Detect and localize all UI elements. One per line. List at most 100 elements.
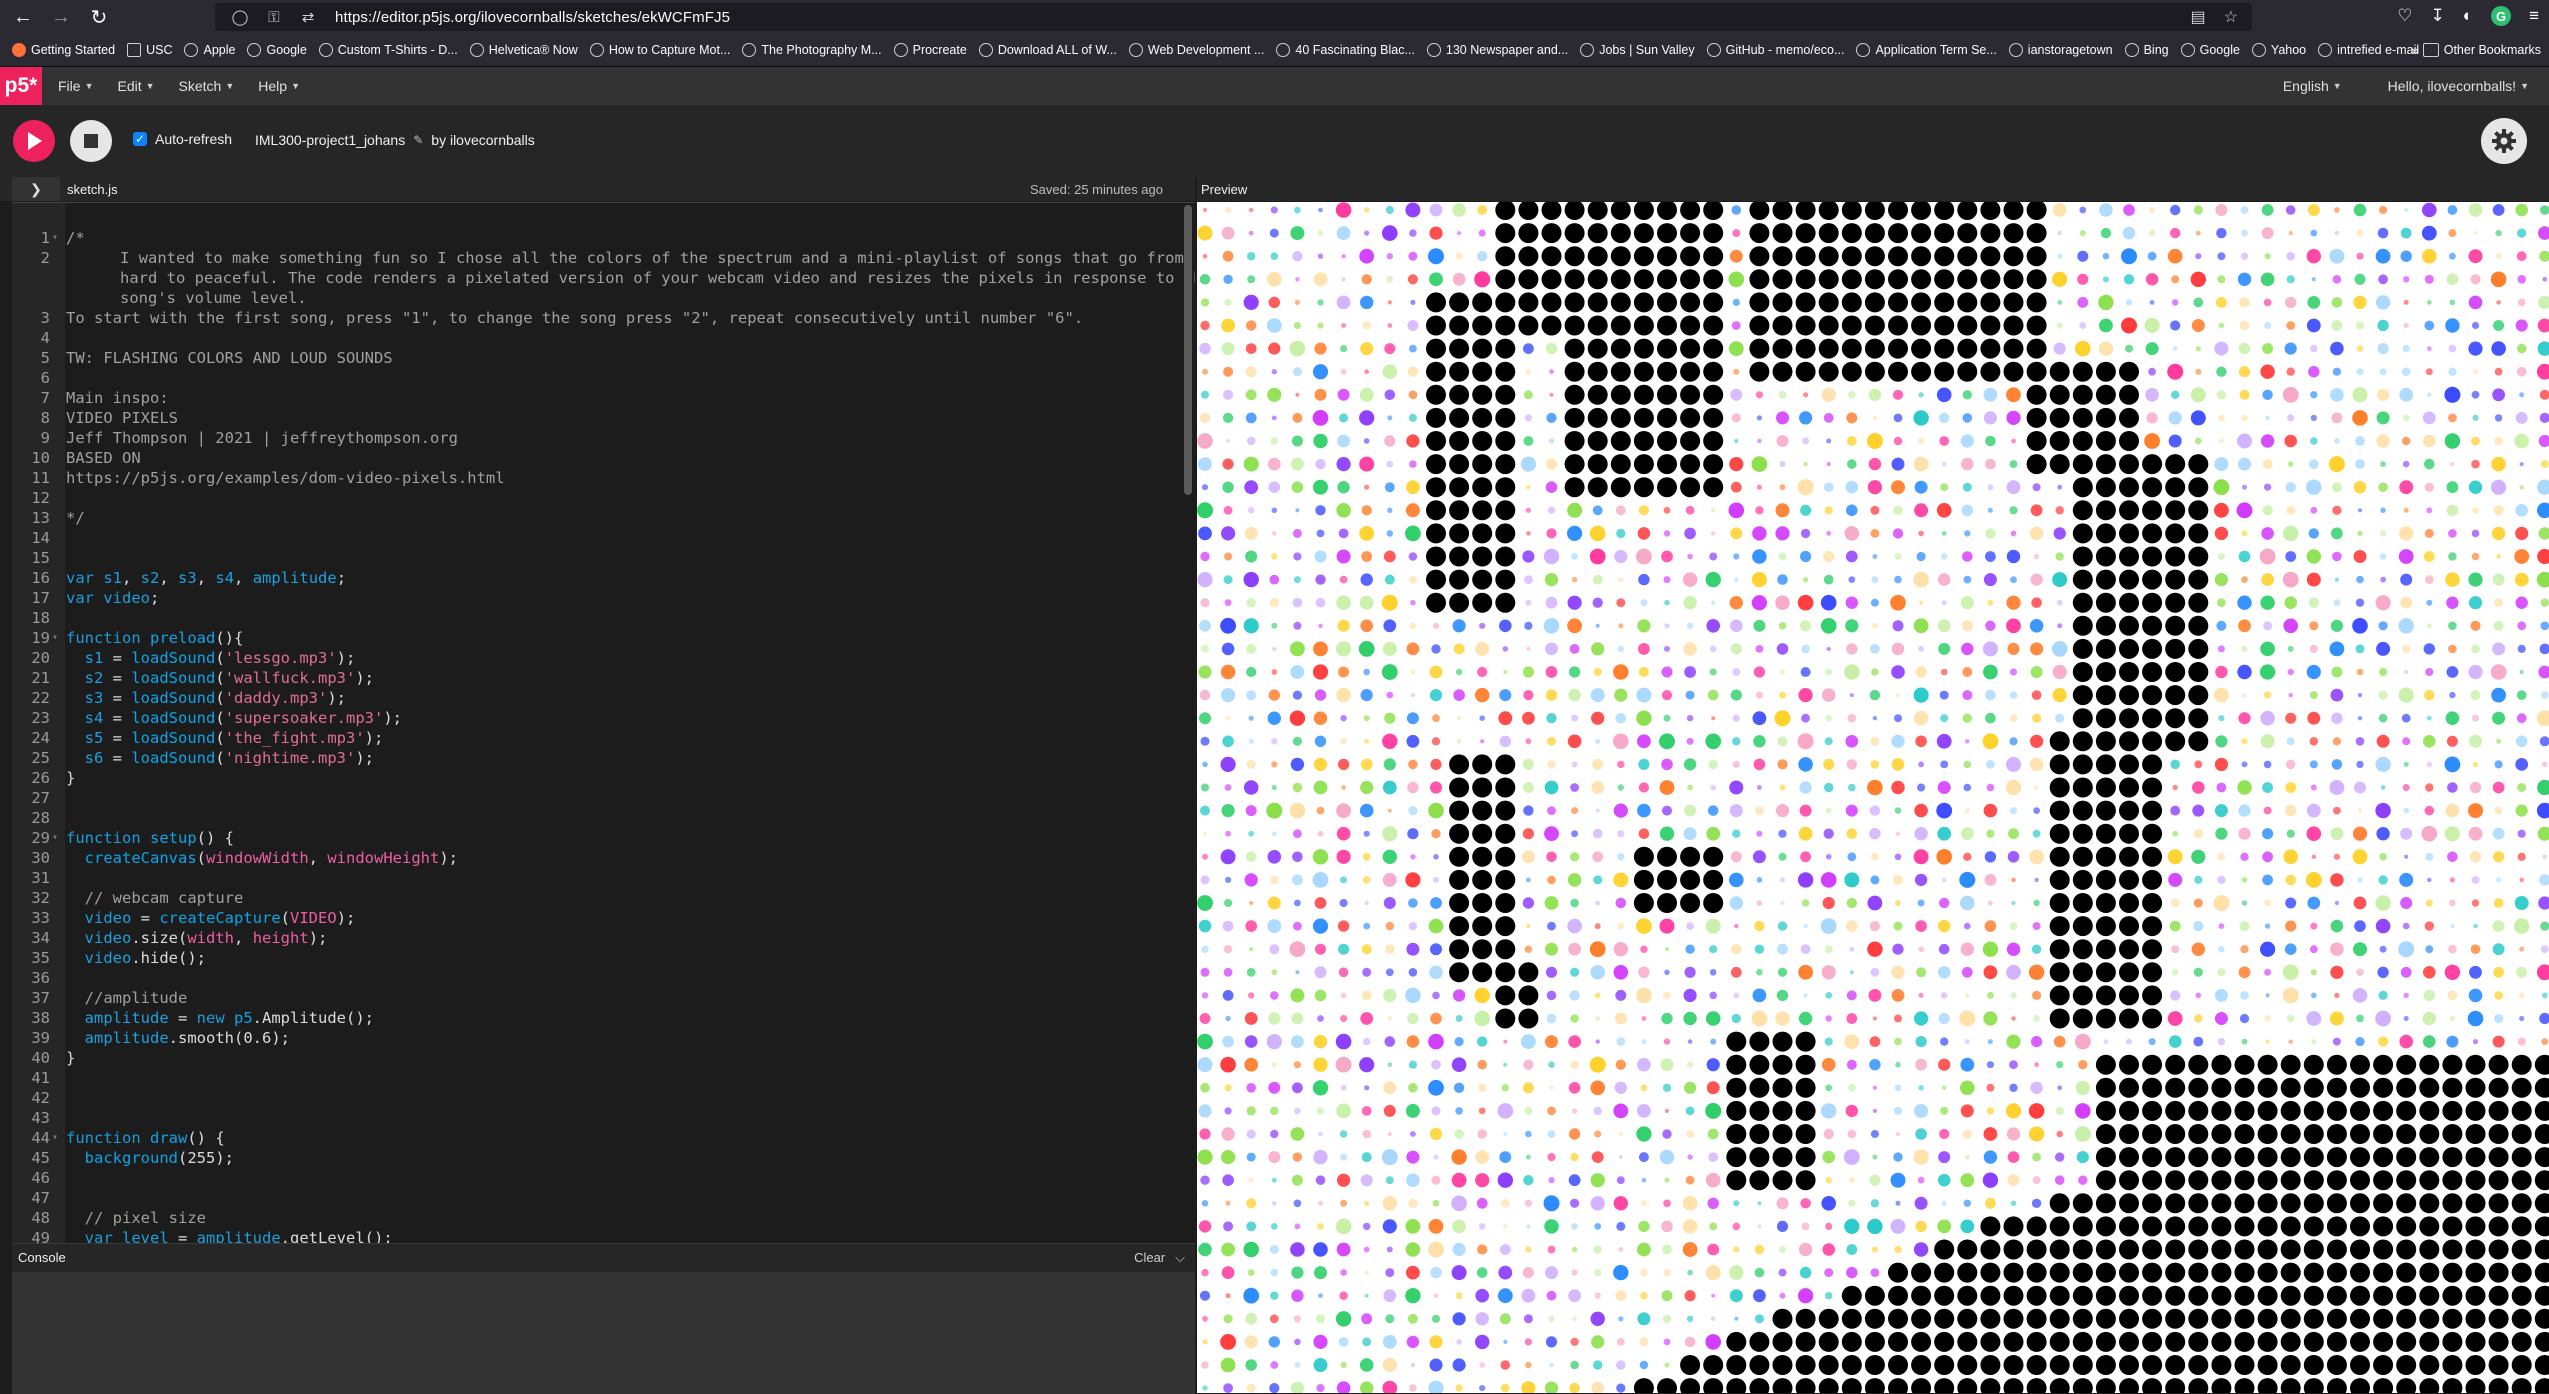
- sidebar-toggle-button[interactable]: ❯: [12, 177, 60, 201]
- fold-arrow-icon[interactable]: ▾: [52, 228, 64, 248]
- code-line[interactable]: 15: [12, 548, 1182, 568]
- code-line[interactable]: 5TW: FLASHING COLORS AND LOUD SOUNDS: [12, 348, 1182, 368]
- menu-sketch[interactable]: Sketch▼: [179, 78, 235, 94]
- menu-edit[interactable]: Edit▼: [117, 78, 154, 94]
- code-line[interactable]: 20 s1 = loadSound('lessgo.mp3');: [12, 648, 1182, 668]
- address-bar[interactable]: ◯ ⚿ ⇄ https://editor.p5js.org/ilovecornb…: [215, 3, 2252, 31]
- code-line[interactable]: 34 video.size(width, height);: [12, 928, 1182, 948]
- code-line[interactable]: 10BASED ON: [12, 448, 1182, 468]
- bookmark-item[interactable]: Bing: [2125, 43, 2169, 57]
- code-line[interactable]: 45 background(255);: [12, 1148, 1182, 1168]
- bookmark-item[interactable]: Yahoo: [2252, 43, 2306, 57]
- code-line[interactable]: 23 s4 = loadSound('supersoaker.mp3');: [12, 708, 1182, 728]
- code-line[interactable]: 7Main inspo:: [12, 388, 1182, 408]
- code-line[interactable]: 24 s5 = loadSound('the_fight.mp3');: [12, 728, 1182, 748]
- code-line[interactable]: 32 // webcam capture: [12, 888, 1182, 908]
- chevron-down-icon[interactable]: ⌵: [1175, 1250, 1185, 1266]
- code-line[interactable]: 29▾function setup() {: [12, 828, 1182, 848]
- code-line[interactable]: 14: [12, 528, 1182, 548]
- code-line[interactable]: 8VIDEO PIXELS: [12, 408, 1182, 428]
- code-line[interactable]: 22 s3 = loadSound('daddy.mp3');: [12, 688, 1182, 708]
- shield-icon[interactable]: ◯: [231, 8, 249, 26]
- code-editor[interactable]: 1▾/*2I wanted to make something fun so I…: [12, 202, 1195, 1243]
- bookmark-item[interactable]: Helvetica® Now: [470, 43, 578, 57]
- reader-view-icon[interactable]: ▤: [2191, 7, 2206, 27]
- bookmark-item[interactable]: ianstoragetown: [2009, 43, 2113, 57]
- console-clear-button[interactable]: Clear: [1134, 1250, 1165, 1266]
- bookmark-item[interactable]: Apple: [184, 43, 235, 57]
- forward-icon[interactable]: →: [46, 2, 76, 32]
- bookmark-item[interactable]: How to Capture Mot...: [590, 43, 731, 57]
- pencil-icon[interactable]: ✎: [413, 133, 423, 147]
- preview-canvas[interactable]: [1197, 202, 2549, 1393]
- play-button[interactable]: [13, 120, 55, 162]
- lock-icon[interactable]: ⚿: [265, 9, 283, 26]
- console-output[interactable]: [12, 1272, 1195, 1394]
- code-line[interactable]: 2I wanted to make something fun so I cho…: [12, 248, 1182, 308]
- bookmarks-overflow-icon[interactable]: »: [2411, 42, 2419, 58]
- editor-scrollbar[interactable]: [1184, 205, 1192, 495]
- code-line[interactable]: 35 video.hide();: [12, 948, 1182, 968]
- menu-help[interactable]: Help▼: [258, 78, 300, 94]
- code-line[interactable]: 4: [12, 328, 1182, 348]
- back-icon[interactable]: ←: [8, 2, 38, 32]
- code-line[interactable]: 28: [12, 808, 1182, 828]
- code-line[interactable]: 37 //amplitude: [12, 988, 1182, 1008]
- permissions-icon[interactable]: ⇄: [299, 8, 317, 26]
- code-line[interactable]: 26}: [12, 768, 1182, 788]
- code-lines[interactable]: 1▾/*2I wanted to make something fun so I…: [12, 228, 1182, 1243]
- settings-button[interactable]: [2481, 118, 2527, 164]
- code-line[interactable]: 43: [12, 1108, 1182, 1128]
- code-line[interactable]: 3To start with the first song, press "1"…: [12, 308, 1182, 328]
- project-name[interactable]: IML300-project1_johans: [255, 132, 405, 148]
- code-line[interactable]: 48 // pixel size: [12, 1208, 1182, 1228]
- bookmark-item[interactable]: The Photography M...: [742, 43, 881, 57]
- bookmark-star-icon[interactable]: ☆: [2224, 7, 2238, 27]
- code-line[interactable]: 40}: [12, 1048, 1182, 1068]
- code-line[interactable]: 33 video = createCapture(VIDEO);: [12, 908, 1182, 928]
- fold-arrow-icon[interactable]: ▾: [52, 1128, 64, 1148]
- code-line[interactable]: 47: [12, 1188, 1182, 1208]
- bookmark-item[interactable]: Getting Started: [12, 43, 115, 57]
- code-line[interactable]: 25 s6 = loadSound('nightime.mp3');: [12, 748, 1182, 768]
- account-avatar[interactable]: G: [2491, 6, 2511, 26]
- pocket-icon[interactable]: ♡: [2397, 6, 2412, 26]
- code-line[interactable]: 6: [12, 368, 1182, 388]
- code-line[interactable]: 27: [12, 788, 1182, 808]
- reload-icon[interactable]: ↻: [84, 2, 114, 32]
- code-line[interactable]: 49 var level = amplitude.getLevel();: [12, 1228, 1182, 1243]
- project-owner[interactable]: by ilovecornballs: [431, 132, 535, 148]
- bookmark-item[interactable]: 130 Newspaper and...: [1427, 43, 1568, 57]
- menu-icon[interactable]: ≡: [2529, 6, 2539, 26]
- other-bookmarks[interactable]: Other Bookmarks: [2423, 43, 2541, 57]
- code-line[interactable]: 17var video;: [12, 588, 1182, 608]
- auto-refresh-checkbox[interactable]: ✓: [133, 132, 147, 146]
- code-line[interactable]: 31: [12, 868, 1182, 888]
- code-line[interactable]: 41: [12, 1068, 1182, 1088]
- code-line[interactable]: 19▾function preload(){: [12, 628, 1182, 648]
- code-line[interactable]: 44▾function draw() {: [12, 1128, 1182, 1148]
- user-menu[interactable]: Hello, ilovecornballs!▼: [2388, 78, 2529, 94]
- downloads-icon[interactable]: ↧: [2431, 6, 2445, 26]
- code-line[interactable]: 11https://p5js.org/examples/dom-video-pi…: [12, 468, 1182, 488]
- file-tab[interactable]: sketch.js: [67, 182, 118, 197]
- code-line[interactable]: 30 createCanvas(windowWidth, windowHeigh…: [12, 848, 1182, 868]
- fold-arrow-icon[interactable]: ▾: [52, 828, 64, 848]
- menu-file[interactable]: File▼: [58, 78, 93, 94]
- bookmark-item[interactable]: Jobs | Sun Valley: [1580, 43, 1694, 57]
- code-line[interactable]: 36: [12, 968, 1182, 988]
- bookmark-item[interactable]: USC: [127, 43, 172, 57]
- code-line[interactable]: 12: [12, 488, 1182, 508]
- code-line[interactable]: 1▾/*: [12, 228, 1182, 248]
- bookmark-item[interactable]: Procreate: [894, 43, 967, 57]
- code-line[interactable]: 38 amplitude = new p5.Amplitude();: [12, 1008, 1182, 1028]
- language-menu[interactable]: English▼: [2283, 78, 2342, 94]
- code-line[interactable]: 9Jeff Thompson | 2021 | jeffreythompson.…: [12, 428, 1182, 448]
- bookmark-item[interactable]: 40 Fascinating Blac...: [1276, 43, 1415, 57]
- code-line[interactable]: 18: [12, 608, 1182, 628]
- fold-arrow-icon[interactable]: ▾: [52, 628, 64, 648]
- bookmark-item[interactable]: Google: [2181, 43, 2240, 57]
- code-line[interactable]: 16var s1, s2, s3, s4, amplitude;: [12, 568, 1182, 588]
- bookmark-item[interactable]: Application Term Se...: [1856, 43, 1996, 57]
- p5-logo[interactable]: p5*: [0, 67, 42, 105]
